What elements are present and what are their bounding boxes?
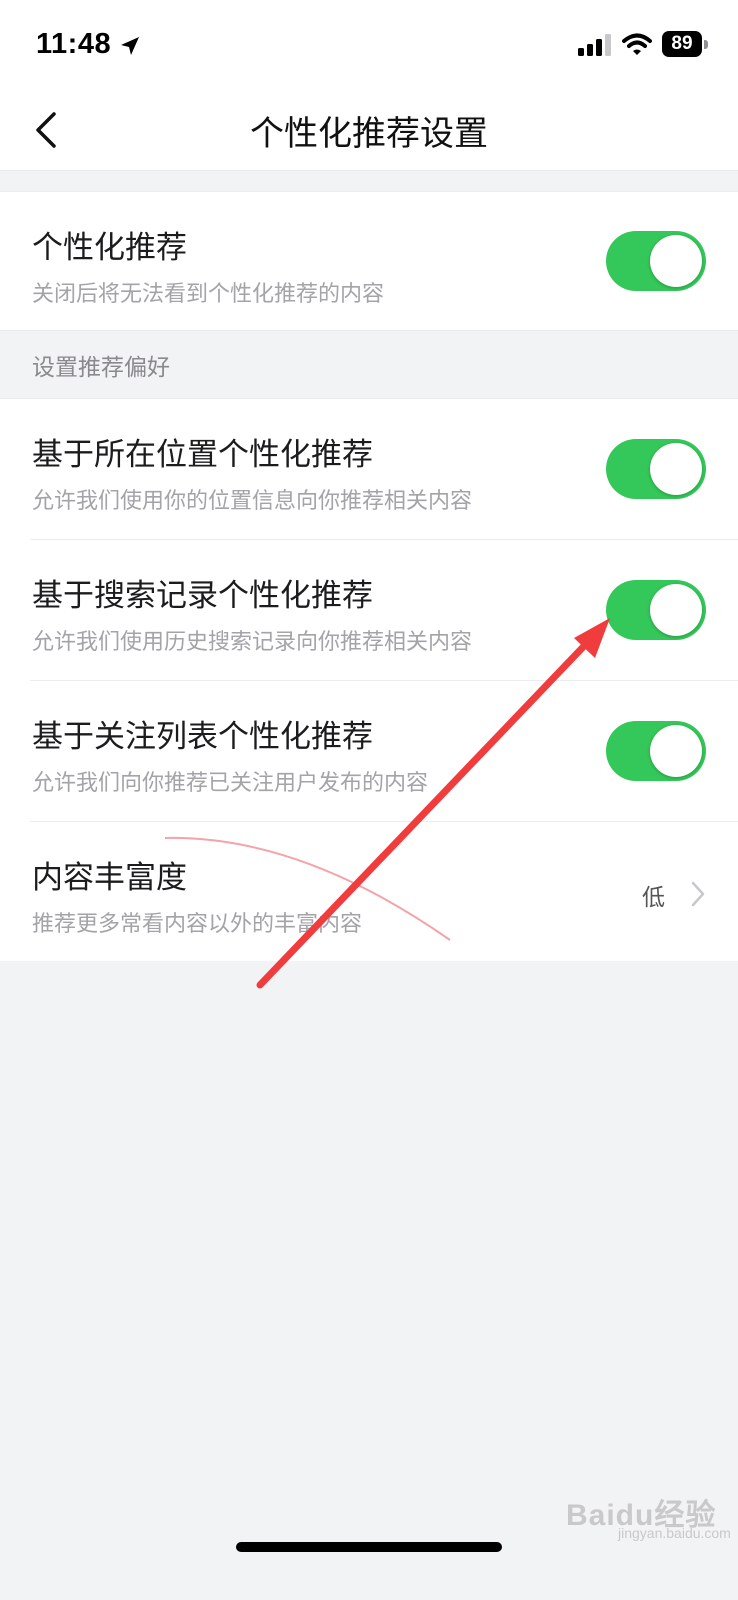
pref-title: 基于关注列表个性化推荐 [32, 719, 373, 755]
cellular-signal-icon [578, 34, 611, 56]
wifi-icon [622, 33, 652, 55]
baidu-watermark-url: jingyan.baidu.com [618, 1525, 731, 1541]
toggle-knob [650, 235, 702, 287]
personalized-card: 个性化推荐 关闭后将无法看到个性化推荐的内容 [0, 191, 738, 331]
nav-bar: 个性化推荐设置 [0, 90, 738, 171]
pref-desc: 允许我们向你推荐已关注用户发布的内容 [32, 771, 429, 796]
battery-level: 89 [662, 31, 702, 57]
pref-title: 基于搜索记录个性化推荐 [32, 578, 373, 614]
pref-desc: 允许我们使用你的位置信息向你推荐相关内容 [32, 489, 473, 514]
pref-row-search: 基于搜索记录个性化推荐 允许我们使用历史搜索记录向你推荐相关内容 [0, 540, 738, 681]
richness-value: 低 [642, 885, 665, 911]
location-toggle[interactable] [606, 439, 706, 499]
content-richness-row[interactable]: 内容丰富度 推荐更多常看内容以外的丰富内容 低 [0, 822, 738, 963]
personalized-desc: 关闭后将无法看到个性化推荐的内容 [32, 282, 385, 307]
battery-icon: 89 [662, 31, 708, 57]
following-list-toggle[interactable] [606, 721, 706, 781]
location-arrow-icon [121, 37, 139, 55]
richness-title: 内容丰富度 [32, 860, 187, 896]
preferences-card: 基于所在位置个性化推荐 允许我们使用你的位置信息向你推荐相关内容 基于搜索记录个… [0, 398, 738, 961]
personalized-toggle[interactable] [606, 231, 706, 291]
pref-title: 基于所在位置个性化推荐 [32, 437, 373, 473]
home-indicator[interactable] [236, 1542, 502, 1552]
pref-row-location: 基于所在位置个性化推荐 允许我们使用你的位置信息向你推荐相关内容 [0, 399, 738, 540]
pref-desc: 允许我们使用历史搜索记录向你推荐相关内容 [32, 630, 473, 655]
richness-desc: 推荐更多常看内容以外的丰富内容 [32, 912, 363, 937]
status-time: 11:48 [36, 28, 112, 60]
toggle-knob [650, 443, 702, 495]
battery-tip [704, 40, 708, 49]
chevron-right-icon [691, 881, 705, 907]
search-history-toggle[interactable] [606, 580, 706, 640]
page-title: 个性化推荐设置 [250, 114, 488, 154]
toggle-knob [650, 584, 702, 636]
status-bar: 11:48 89 [0, 0, 738, 90]
toggle-knob [650, 725, 702, 777]
personalized-title: 个性化推荐 [32, 230, 187, 266]
pref-row-following: 基于关注列表个性化推荐 允许我们向你推荐已关注用户发布的内容 [0, 681, 738, 822]
section-label: 设置推荐偏好 [32, 355, 170, 381]
